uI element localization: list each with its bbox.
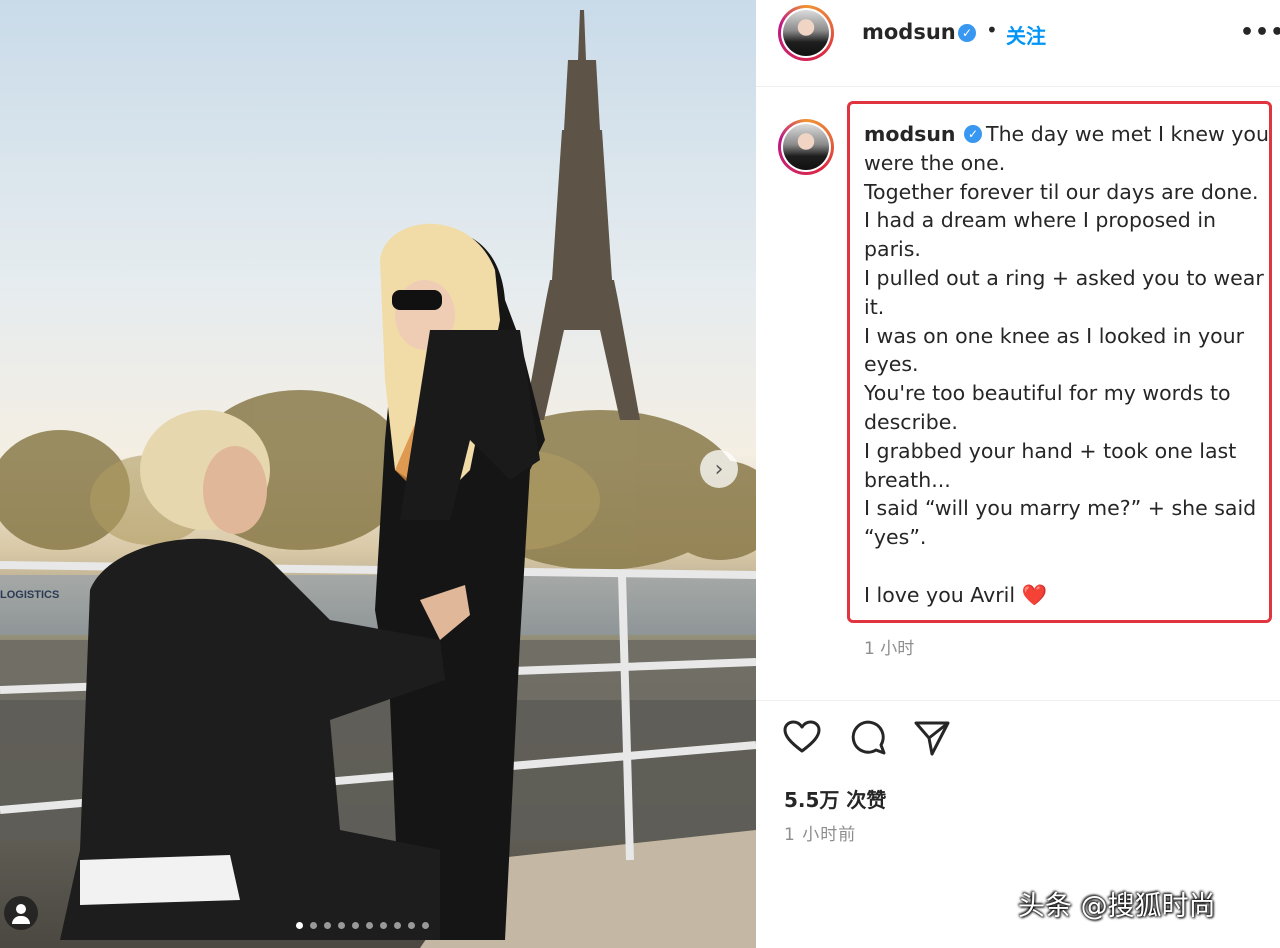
carousel-dot <box>324 922 331 929</box>
divider <box>756 700 1280 701</box>
post-timestamp: 1 小时前 <box>784 825 857 845</box>
carousel-dot <box>380 922 387 929</box>
chevron-right-icon: › <box>714 456 724 482</box>
photo-scene: LOGISTICS <box>0 10 756 948</box>
more-icon[interactable]: ••• <box>1240 20 1280 45</box>
avatar-image <box>783 124 829 170</box>
caption-text: The day we met I knew you were the one. … <box>864 122 1269 607</box>
carousel-dot <box>394 922 401 929</box>
carousel-dot <box>338 922 345 929</box>
caption-time: 1 小时 <box>864 639 915 659</box>
next-photo-button[interactable]: › <box>700 450 738 488</box>
heart-icon[interactable] <box>782 718 822 758</box>
follow-button[interactable]: 关注 <box>1006 20 1046 49</box>
carousel-dot <box>366 922 373 929</box>
user-tag-button[interactable] <box>4 896 38 930</box>
verified-icon: ✓ <box>964 124 983 143</box>
caption-username[interactable]: modsun <box>864 122 956 146</box>
post-photo[interactable]: LOGISTICS › <box>0 0 756 948</box>
carousel-dot <box>422 922 429 929</box>
likes-count[interactable]: 5.5万 次赞 <box>784 784 886 813</box>
post-side-panel: modsun ✓ • 关注 ••• modsun ✓The day we met… <box>756 0 1280 948</box>
carousel-dot <box>352 922 359 929</box>
heart-emoji: ❤️ <box>1021 582 1048 607</box>
avatar[interactable] <box>778 5 834 61</box>
carousel-dot <box>408 922 415 929</box>
watermark: 头条 @搜狐时尚 <box>1018 891 1216 922</box>
comment-icon[interactable] <box>848 718 888 758</box>
caption-avatar[interactable] <box>778 119 834 175</box>
post-header: modsun ✓ • 关注 ••• <box>756 0 1280 87</box>
share-icon[interactable] <box>912 718 952 758</box>
carousel-dot <box>310 922 317 929</box>
user-tag-icon <box>16 904 26 914</box>
avatar-image <box>783 10 829 56</box>
carousel-indicator <box>296 922 429 929</box>
carousel-dot <box>296 922 303 929</box>
svg-text:LOGISTICS: LOGISTICS <box>0 589 59 601</box>
caption: modsun ✓ The day we met I knew you were t… <box>864 120 1272 610</box>
separator-dot: • <box>986 18 998 42</box>
header-username[interactable]: modsun <box>862 20 956 44</box>
verified-icon: ✓ <box>958 24 976 42</box>
